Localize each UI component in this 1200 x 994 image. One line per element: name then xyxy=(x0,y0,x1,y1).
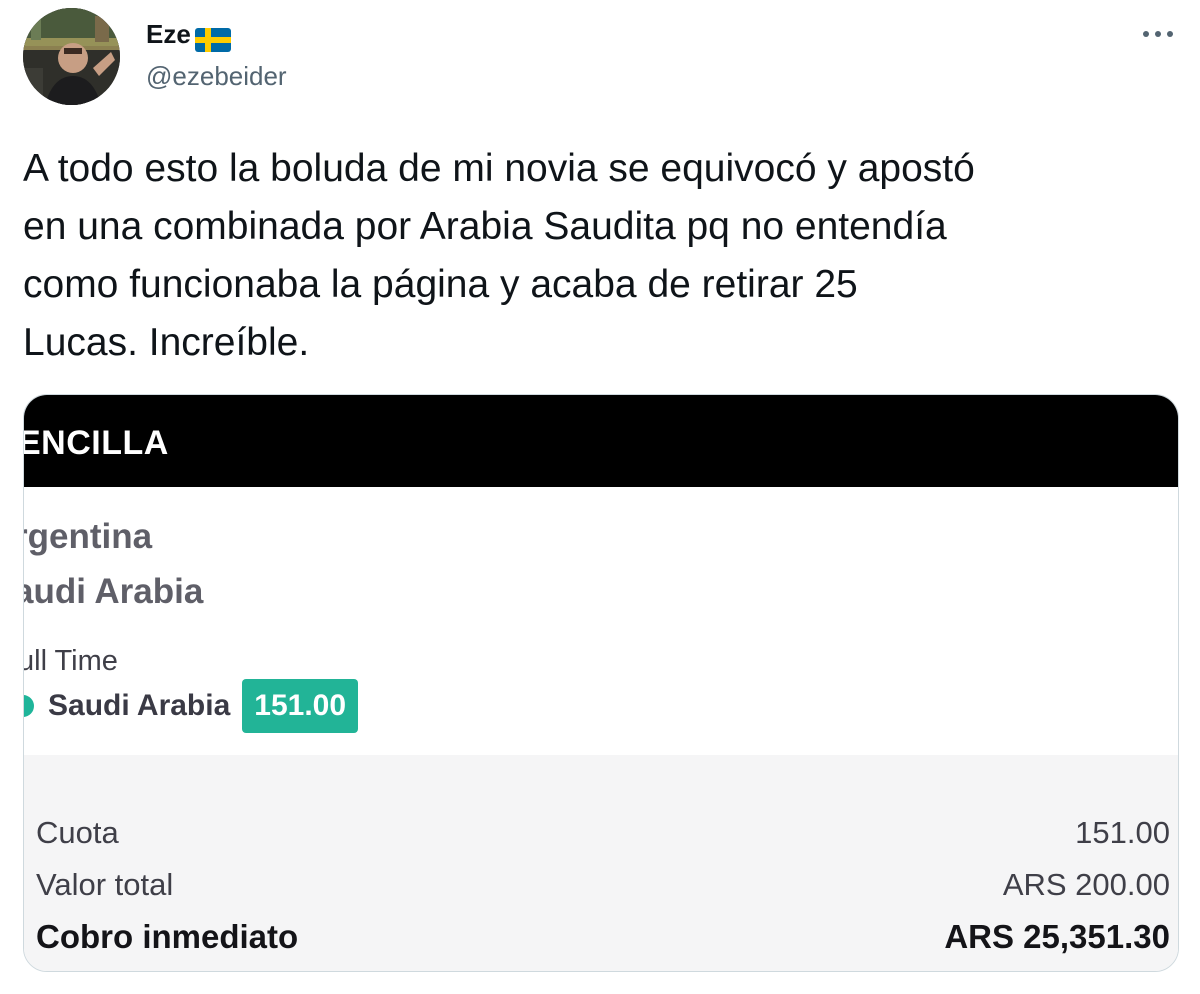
summary-label: Cuota xyxy=(36,815,119,850)
summary-row-cobro-inmediato: Cobro inmediato ARS 25,351.30 xyxy=(36,915,1170,959)
more-dots-icon xyxy=(1143,31,1173,37)
bet-slip-header: ENCILLA xyxy=(24,395,1178,487)
selection-label: Saudi Arabia xyxy=(48,689,231,722)
sweden-flag-icon xyxy=(194,23,231,52)
avatar-photo xyxy=(23,8,120,105)
bet-selection: Saudi Arabia 151.00 xyxy=(24,678,359,734)
summary-value: 151.00 xyxy=(1075,815,1170,850)
summary-value: ARS 200.00 xyxy=(1002,867,1170,902)
bet-market: ull Time xyxy=(23,645,118,677)
more-button[interactable] xyxy=(1138,20,1178,48)
selection-dot-icon xyxy=(24,695,34,717)
attached-image[interactable]: ENCILLA rgentina audi Arabia ull Time Sa… xyxy=(23,394,1179,972)
tweet-text: A todo esto la boluda de mi novia se equ… xyxy=(23,147,975,364)
tweet: Eze @ezebeider A todo esto la boluda de … xyxy=(0,0,1200,994)
summary-row-cuota: Cuota 151.00 xyxy=(36,811,1170,855)
summary-label: Valor total xyxy=(36,867,174,902)
author-handle[interactable]: @ezebeider xyxy=(146,56,287,96)
author-name[interactable]: Eze xyxy=(146,14,231,54)
bet-slip-title: ENCILLA xyxy=(23,424,169,462)
team-away: audi Arabia xyxy=(23,572,204,611)
odds-badge: 151.00 xyxy=(242,679,359,733)
summary-value: ARS 25,351.30 xyxy=(944,918,1170,955)
team-home: rgentina xyxy=(23,517,153,556)
avatar[interactable] xyxy=(23,8,120,105)
author-name-text: Eze xyxy=(146,19,191,49)
bet-slip: ENCILLA rgentina audi Arabia ull Time Sa… xyxy=(24,395,1178,971)
summary-label: Cobro inmediato xyxy=(36,918,299,955)
summary-row-valor-total: Valor total ARS 200.00 xyxy=(36,863,1170,907)
